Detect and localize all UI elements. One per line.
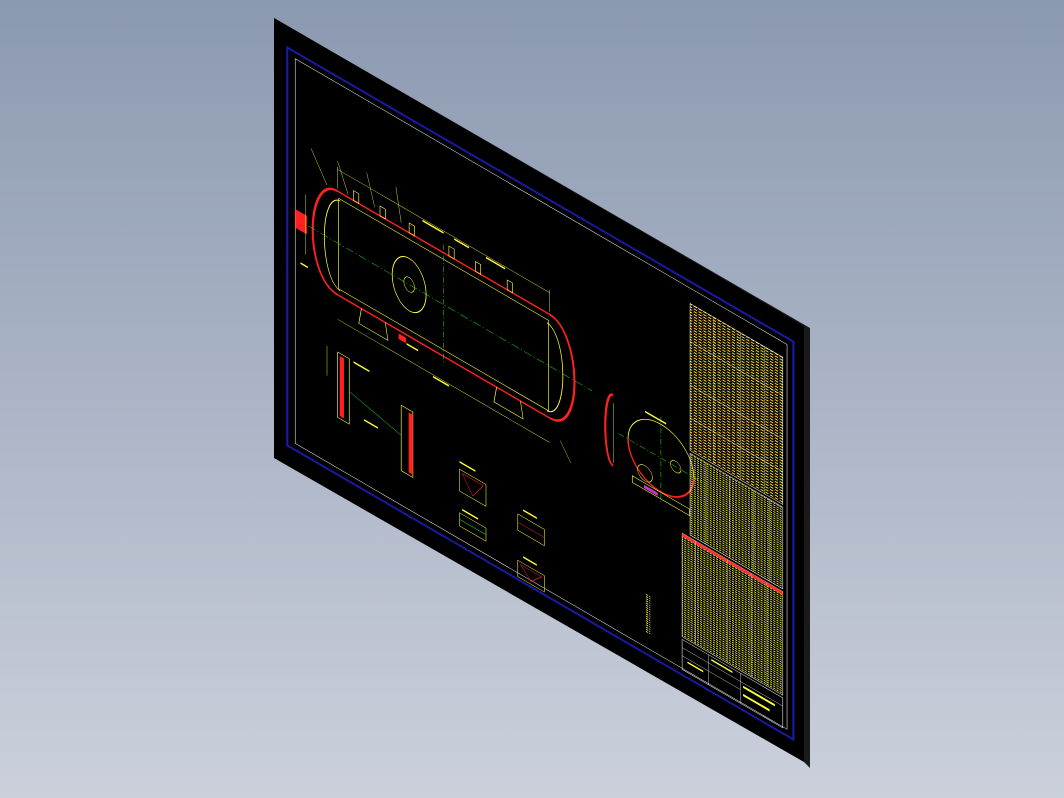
viewport-canvas[interactable] — [0, 0, 1064, 798]
cad-viewport[interactable] — [0, 0, 1064, 798]
technical-notes — [644, 593, 651, 635]
